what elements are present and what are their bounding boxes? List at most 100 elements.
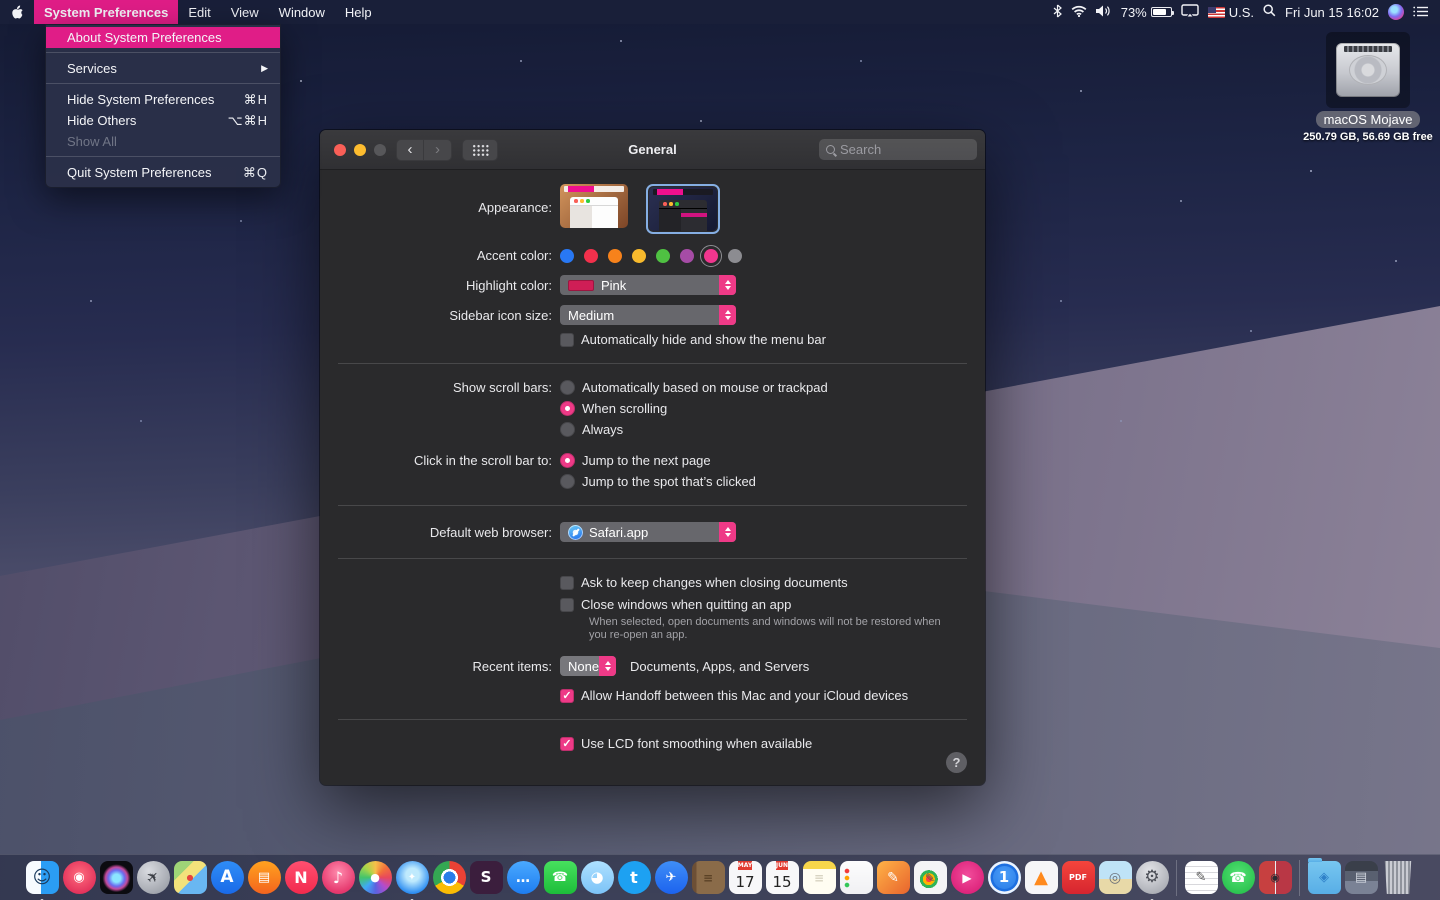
highlight-color-label: Highlight color: [320, 278, 560, 293]
minimize-button[interactable] [354, 144, 366, 156]
dock-item-spark[interactable]: ✈ [654, 861, 688, 895]
dock-item-pixelmator[interactable]: ✎ [876, 861, 910, 895]
dock-item-maps[interactable]: ● [173, 861, 207, 895]
accent-swatch-blue[interactable] [560, 249, 574, 263]
radio-scrollbars-when-scrolling[interactable]: When scrolling [560, 401, 667, 416]
lcd-smoothing-checkbox[interactable]: ✓ Use LCD font smoothing when available [560, 736, 812, 751]
menu-item-hide-app[interactable]: Hide System Preferences⌘H [46, 89, 280, 110]
dock-item-trash[interactable] [1381, 861, 1415, 895]
dock-item-safari[interactable]: ✦ [395, 861, 429, 895]
menubar-clock[interactable]: Fri Jun 15 16:02 [1285, 5, 1379, 20]
pixelmator-pro-icon: ✎ [914, 861, 947, 894]
dock-item-twitter[interactable]: t [617, 861, 651, 895]
sidebar-size-popup[interactable]: Medium [560, 305, 736, 325]
scrollbar-click-label: Click in the scroll bar to: [320, 453, 560, 468]
menubar-help[interactable]: Help [335, 0, 382, 24]
close-button[interactable] [334, 144, 346, 156]
menu-item-services[interactable]: Services▶ [46, 58, 280, 79]
menubar-edit[interactable]: Edit [178, 0, 220, 24]
dock-item-calendar-may[interactable]: MAY17 [728, 861, 762, 895]
dock-item-dropbox-folder[interactable]: ◈ [1307, 861, 1341, 895]
wifi-icon[interactable] [1071, 5, 1087, 20]
apple-menu[interactable] [0, 0, 34, 24]
menubar-window[interactable]: Window [269, 0, 335, 24]
siri-icon[interactable] [1388, 4, 1404, 20]
back-button[interactable]: ‹ [396, 139, 424, 161]
appearance-dark-option-selected[interactable] [646, 184, 720, 234]
radio-jump-next-page[interactable]: Jump to the next page [560, 453, 711, 468]
pixelmator-icon: ✎ [877, 861, 910, 894]
accent-swatch-green[interactable] [656, 249, 670, 263]
system-preferences-icon: ⚙ [1136, 861, 1169, 894]
dock-item-screenshots-stack[interactable]: ▤ [1344, 861, 1378, 895]
accent-swatch-yellow[interactable] [632, 249, 646, 263]
1password-icon: 1 [988, 861, 1021, 894]
dock-item-siri[interactable] [99, 861, 133, 895]
bluetooth-icon[interactable] [1053, 4, 1062, 21]
dock-item-slack[interactable]: S [469, 861, 503, 895]
menubar-view[interactable]: View [221, 0, 269, 24]
dock-item-pixelmator-pro[interactable]: ✎ [913, 861, 947, 895]
notes-icon: ≡ [803, 861, 836, 894]
dock-item-launchpad[interactable]: ✈ [136, 861, 170, 895]
notification-center-icon[interactable] [1413, 5, 1428, 20]
help-button[interactable]: ? [946, 752, 967, 773]
dock-item-itunes[interactable]: ♪ [321, 861, 355, 895]
accent-swatch-red[interactable] [584, 249, 598, 263]
dock-item-notes[interactable]: ≡ [802, 861, 836, 895]
volume-icon[interactable] [1096, 5, 1112, 20]
dock-item-system-preferences[interactable]: ⚙ [1135, 861, 1169, 895]
menubar-app-menu[interactable]: System Preferences [34, 0, 178, 24]
dock-item-photos[interactable]: ● [358, 861, 392, 895]
dock-item-messages[interactable]: … [506, 861, 540, 895]
app-store-glyph: A [220, 869, 233, 886]
dock-item-news[interactable]: N [284, 861, 318, 895]
appearance-light-option[interactable] [560, 184, 628, 228]
dock-item-reminders[interactable] [839, 861, 873, 895]
dock-item-pdf-expert[interactable]: PDF [1061, 861, 1095, 895]
dock-item-calendar-jun[interactable]: JUN15 [765, 861, 799, 895]
handoff-checkbox[interactable]: ✓ Allow Handoff between this Mac and you… [560, 688, 908, 703]
dock-item-textedit[interactable]: ✎ [1184, 861, 1218, 895]
dock-item-facetime[interactable]: ☎ [543, 861, 577, 895]
keep-changes-checkbox[interactable]: Ask to keep changes when closing documen… [560, 575, 848, 590]
window-titlebar[interactable]: ‹ › General Search [320, 130, 985, 170]
highlight-color-popup[interactable]: Pink [560, 275, 736, 295]
dock-item-screen-recorder[interactable]: ◉ [62, 861, 96, 895]
menu-item-hide-others[interactable]: Hide Others⌥⌘H [46, 110, 280, 131]
accent-swatch-graphite[interactable] [728, 249, 742, 263]
spotlight-icon[interactable] [1263, 4, 1276, 20]
dock-item-finder[interactable]: ☺ [25, 861, 59, 895]
input-source[interactable]: U.S. [1208, 5, 1254, 20]
menubar-autohide-checkbox[interactable]: Automatically hide and show the menu bar [560, 332, 826, 347]
airplay-icon[interactable] [1181, 4, 1199, 20]
menu-item-quit[interactable]: Quit System Preferences⌘Q [46, 162, 280, 183]
accent-swatch-pink[interactable] [704, 249, 718, 263]
search-field[interactable]: Search [819, 139, 977, 160]
battery-status[interactable]: 73% [1121, 5, 1172, 20]
dock-item-skitch[interactable]: ▶ [950, 861, 984, 895]
dock-item-1password[interactable]: 1 [987, 861, 1021, 895]
menu-item-about[interactable]: About System Preferences [46, 27, 280, 48]
radio-scrollbars-always[interactable]: Always [560, 422, 623, 437]
close-windows-checkbox[interactable]: Close windows when quitting an app [560, 597, 791, 612]
dock-item-preview[interactable]: ◎ [1098, 861, 1132, 895]
dock-item-photo-booth[interactable]: ◉ [1258, 861, 1292, 895]
screenshots-stack-glyph: ▤ [1355, 871, 1367, 884]
accent-swatch-purple[interactable] [680, 249, 694, 263]
show-all-button[interactable] [462, 139, 498, 161]
dock-item-twitterrific[interactable]: ◕ [580, 861, 614, 895]
dock-item-vlc[interactable]: ▲ [1024, 861, 1058, 895]
recent-items-popup[interactable]: None [560, 656, 616, 676]
search-icon [826, 145, 835, 154]
radio-jump-to-spot[interactable]: Jump to the spot that’s clicked [560, 474, 756, 489]
radio-scrollbars-auto[interactable]: Automatically based on mouse or trackpad [560, 380, 828, 395]
default-browser-popup[interactable]: Safari.app [560, 522, 736, 542]
desktop-volume-icon[interactable]: macOS Mojave 250.79 GB, 56.69 GB free [1295, 32, 1440, 143]
dock-item-contacts[interactable]: ≡ [691, 861, 725, 895]
accent-swatch-orange[interactable] [608, 249, 622, 263]
dock-item-books[interactable]: ▤ [247, 861, 281, 895]
dock-item-app-store[interactable]: A [210, 861, 244, 895]
dock-item-whatsapp[interactable]: ☎ [1221, 861, 1255, 895]
dock-item-chrome[interactable] [432, 861, 466, 895]
